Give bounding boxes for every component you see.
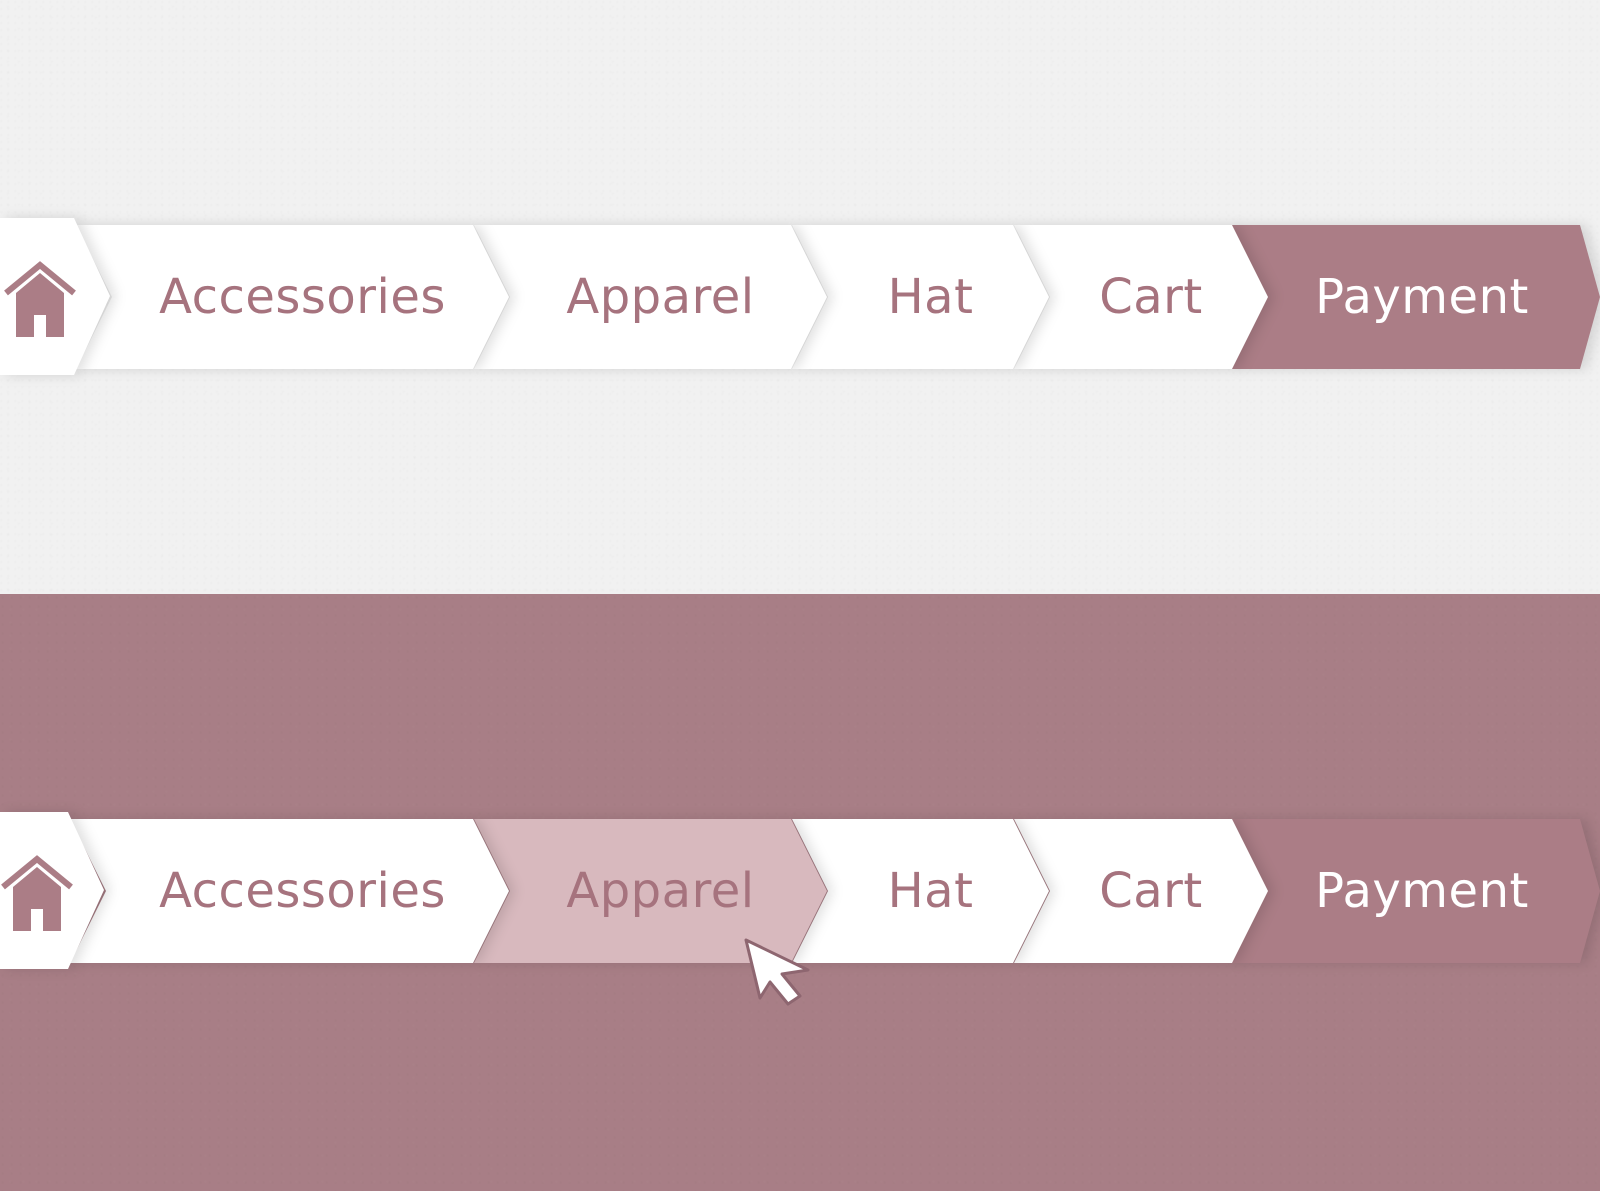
breadcrumb-item-cart[interactable]: Cart	[1014, 819, 1268, 963]
breadcrumb-item-hat[interactable]: Hat	[792, 225, 1049, 369]
house-icon	[4, 260, 76, 337]
arrow-pointer-icon	[744, 938, 810, 1006]
breadcrumb-item-apparel[interactable]: Apparel	[474, 225, 827, 369]
breadcrumb-label: Cart	[1099, 269, 1203, 325]
breadcrumb-label: Apparel	[566, 269, 755, 325]
breadcrumb-label: Payment	[1315, 863, 1529, 919]
breadcrumb-label: Cart	[1099, 863, 1203, 919]
breadcrumb: Payment Cart Hat Apparel Accessories	[0, 218, 1600, 375]
breadcrumb-label: Accessories	[159, 269, 446, 325]
breadcrumb-item-payment[interactable]: Payment	[1230, 225, 1600, 369]
breadcrumb-label: Payment	[1315, 269, 1529, 325]
breadcrumb-item-accessories[interactable]: Accessories	[76, 225, 509, 369]
breadcrumb-item-hat[interactable]: Hat	[792, 819, 1049, 963]
breadcrumb-item-payment[interactable]: Payment	[1230, 819, 1600, 963]
breadcrumb-label: Hat	[887, 269, 974, 325]
breadcrumb-item-accessories[interactable]: Accessories	[70, 819, 509, 963]
breadcrumb-home[interactable]	[0, 812, 104, 969]
house-icon	[1, 854, 73, 931]
breadcrumb-label: Hat	[887, 863, 974, 919]
breadcrumb-home[interactable]	[0, 218, 110, 375]
breadcrumb-label: Apparel	[566, 863, 755, 919]
breadcrumb-label: Accessories	[159, 863, 446, 919]
breadcrumb-item-cart[interactable]: Cart	[1014, 225, 1268, 369]
